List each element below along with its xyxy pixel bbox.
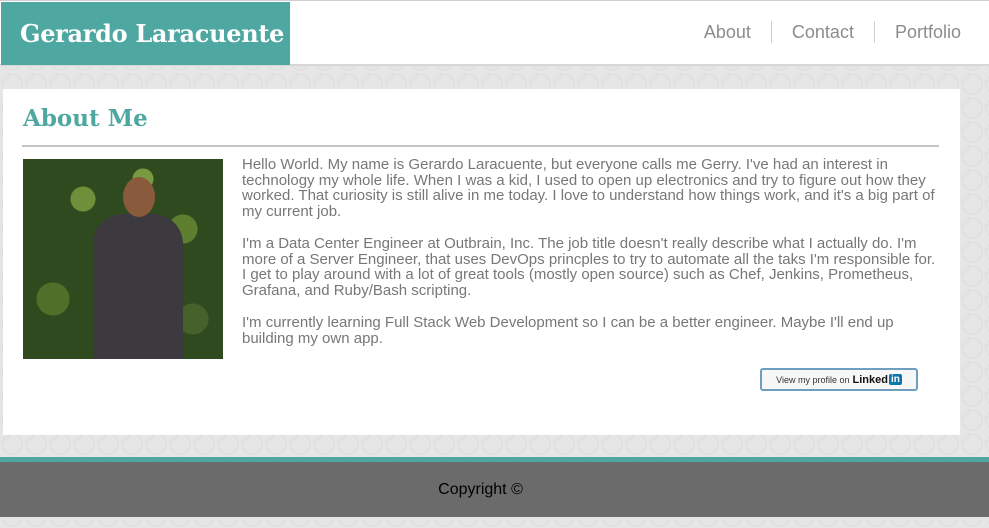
nav-about[interactable]: About (684, 21, 771, 43)
heading-divider (22, 145, 939, 147)
site-title[interactable]: Gerardo Laracuente (20, 19, 284, 48)
copyright-text: Copyright © (438, 480, 523, 498)
nav-portfolio[interactable]: Portfolio (873, 21, 981, 43)
site-logo[interactable]: Gerardo Laracuente (1, 2, 290, 65)
linkedin-in-icon: in (888, 374, 902, 385)
about-paragraph-2: I'm a Data Center Engineer at Outbrain, … (242, 235, 936, 299)
about-text: Hello World. My name is Gerardo Laracuen… (242, 157, 942, 363)
photo-person-head (123, 177, 155, 217)
linkedin-prefix: View my profile on (776, 374, 850, 385)
about-paragraph-1: Hello World. My name is Gerardo Laracuen… (242, 156, 935, 220)
site-footer: Copyright © (0, 462, 989, 517)
nav-contact[interactable]: Contact (770, 21, 874, 43)
about-heading: About Me (23, 105, 148, 132)
about-card: About Me Hello World. My name is Gerardo… (3, 89, 960, 435)
profile-photo (23, 159, 223, 359)
photo-person-body (93, 214, 183, 359)
linkedin-profile-button[interactable]: View my profile on Linked in (760, 368, 918, 391)
site-header: Gerardo Laracuente About Contact Portfol… (0, 0, 989, 66)
main-nav: About Contact Portfolio (684, 21, 981, 43)
linkedin-brand: Linked (852, 373, 888, 386)
about-paragraph-3: I'm currently learning Full Stack Web De… (242, 314, 894, 347)
